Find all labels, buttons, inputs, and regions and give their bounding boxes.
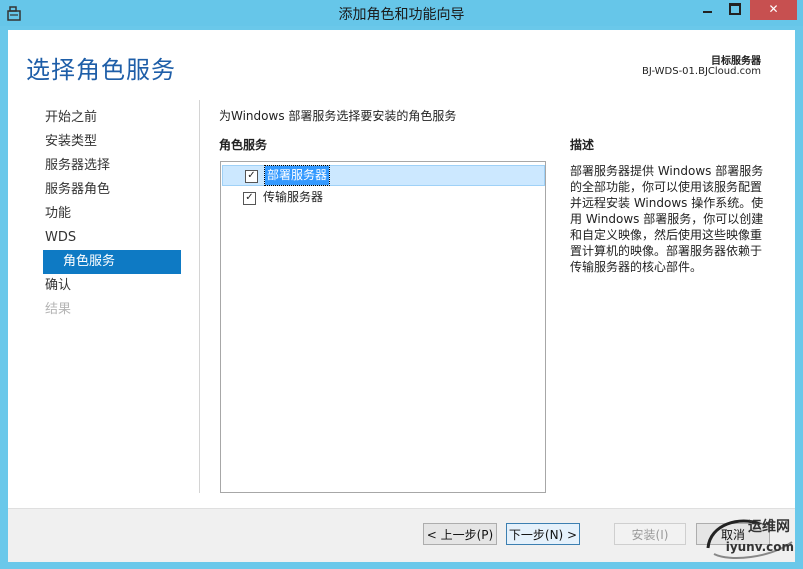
- transport-server-label[interactable]: 传输服务器: [263, 187, 323, 208]
- watermark-text: 运维网: [748, 519, 790, 535]
- wizard-footer: < 上一步(P) 下一步(N) > 安装(I) 取消: [8, 508, 795, 562]
- nav-divider: [199, 100, 200, 493]
- deployment-server-checkbox[interactable]: ✓: [245, 170, 258, 183]
- close-icon: ✕: [768, 2, 779, 16]
- nav-item-before-you-begin[interactable]: 开始之前: [8, 106, 198, 130]
- nav-item-features[interactable]: 功能: [8, 202, 198, 226]
- transport-server-checkbox[interactable]: ✓: [243, 192, 256, 205]
- nav-item-results: 结果: [45, 302, 72, 317]
- close-button[interactable]: ✕: [750, 0, 797, 20]
- watermark-logo: 运维网 iyunv.com: [700, 510, 800, 566]
- wizard-window: 添加角色和功能向导 ✕ 选择角色服务 目标服务器 BJ-WDS-01.BJClo…: [0, 0, 803, 569]
- instruction-text: 为Windows 部署服务选择要安装的角色服务: [219, 109, 457, 123]
- description-text: 部署服务器提供 Windows 部署服务的全部功能，你可以使用该服务配置并远程安…: [570, 164, 764, 274]
- list-item[interactable]: ✓ 传输服务器: [221, 187, 545, 208]
- wizard-nav: 开始之前 安装类型 服务器选择 服务器角色 功能 WDS 角色服务 确认 结果: [8, 106, 198, 322]
- watermark-url: iyunv.com: [725, 540, 794, 554]
- nav-item-installation-type[interactable]: 安装类型: [8, 130, 198, 154]
- nav-item-server-selection[interactable]: 服务器选择: [8, 154, 198, 178]
- destination-server-label: 目标服务器: [711, 56, 761, 67]
- nav-item-confirmation[interactable]: 确认: [8, 274, 198, 298]
- nav-item-wds[interactable]: WDS: [8, 226, 198, 250]
- nav-item-server-roles[interactable]: 服务器角色: [8, 178, 198, 202]
- list-item[interactable]: ✓ 部署服务器: [222, 165, 545, 186]
- deployment-server-label[interactable]: 部署服务器: [263, 165, 331, 186]
- previous-button[interactable]: < 上一步(P): [423, 523, 497, 545]
- maximize-icon: [729, 3, 741, 15]
- minimize-icon: [702, 11, 712, 13]
- minimize-button[interactable]: [694, 0, 720, 20]
- role-services-header: 角色服务: [219, 138, 268, 152]
- page-title: 选择角色服务: [26, 56, 176, 84]
- next-button[interactable]: 下一步(N) >: [506, 523, 580, 545]
- role-services-list[interactable]: ✓ 部署服务器 ✓ 传输服务器: [220, 161, 546, 493]
- description-header: 描述: [570, 138, 595, 152]
- wizard-header: 选择角色服务 目标服务器 BJ-WDS-01.BJCloud.com: [8, 30, 795, 100]
- nav-item-role-services[interactable]: 角色服务: [43, 250, 181, 274]
- install-button: 安装(I): [614, 523, 686, 545]
- destination-server-name: BJ-WDS-01.BJCloud.com: [641, 66, 761, 77]
- maximize-button[interactable]: [722, 0, 748, 20]
- window-title: 添加角色和功能向导: [338, 7, 465, 23]
- title-bar[interactable]: 添加角色和功能向导 ✕: [0, 0, 803, 26]
- wizard-client-area: 选择角色服务 目标服务器 BJ-WDS-01.BJCloud.com 开始之前 …: [8, 30, 795, 562]
